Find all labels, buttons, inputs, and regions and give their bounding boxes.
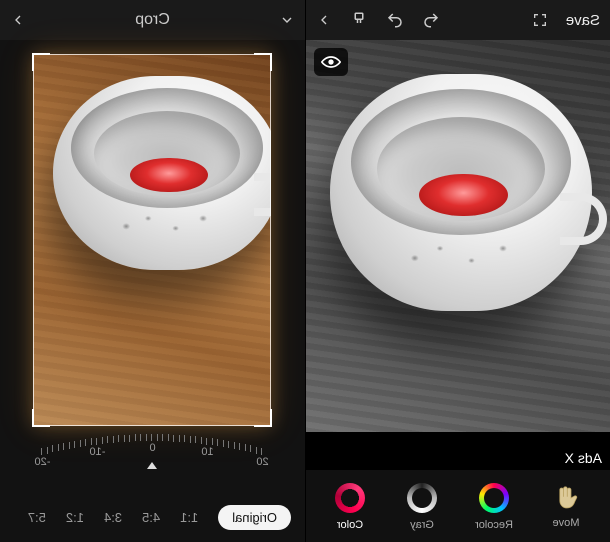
save-button[interactable]: Save xyxy=(566,12,600,29)
tool-recolor[interactable]: Recolor xyxy=(464,481,524,531)
ratio-4-5[interactable]: 4:5 xyxy=(142,510,160,525)
tool-row: Move Recolor Gray Color xyxy=(306,470,610,542)
editor-pane: Save xyxy=(305,0,610,542)
ratio-1-1[interactable]: 1:1 xyxy=(180,510,198,525)
brush-icon[interactable] xyxy=(350,11,368,29)
ratio-original[interactable]: Original xyxy=(218,505,291,530)
crop-frame[interactable] xyxy=(34,54,272,426)
confirm-chevron-icon[interactable] xyxy=(10,12,26,28)
hand-icon xyxy=(551,483,581,513)
tool-label: Recolor xyxy=(475,519,513,531)
tool-label: Move xyxy=(553,517,580,529)
ratio-5-7[interactable]: 5:7 xyxy=(28,510,46,525)
compare-toggle[interactable] xyxy=(314,48,348,76)
ratio-1-2[interactable]: 1:2 xyxy=(66,510,84,525)
tool-color[interactable]: Color xyxy=(320,481,380,531)
color-ring-icon xyxy=(335,483,365,513)
dial-tick-label: 20 xyxy=(256,456,268,468)
crop-topbar: Crop xyxy=(0,0,305,40)
edited-photo xyxy=(306,40,610,470)
dial-tick-label: -10 xyxy=(90,446,106,458)
aspect-ratio-row: Original 1:1 4:5 3:4 1:2 5:7 xyxy=(0,492,305,542)
rainbow-ring-icon xyxy=(479,483,509,513)
crop-photo xyxy=(34,54,272,426)
collapse-chevron-icon[interactable] xyxy=(279,12,295,28)
editor-topbar: Save xyxy=(306,0,610,40)
crop-canvas[interactable] xyxy=(0,40,305,432)
eye-icon xyxy=(321,55,341,69)
tool-gray[interactable]: Gray xyxy=(392,481,452,531)
redo-icon[interactable] xyxy=(386,11,404,29)
rotation-dial[interactable]: 20 10 0 -10 -20 xyxy=(0,432,305,492)
undo-icon[interactable] xyxy=(422,11,440,29)
dial-tick-label: 0 xyxy=(149,442,155,454)
ratio-3-4[interactable]: 3:4 xyxy=(104,510,122,525)
fullscreen-icon[interactable] xyxy=(532,12,548,28)
editor-canvas[interactable]: Ads X xyxy=(306,40,610,470)
dial-tick-label: -20 xyxy=(35,456,51,468)
ads-close[interactable]: Ads X xyxy=(557,446,610,470)
forward-chevron-icon[interactable] xyxy=(316,12,332,28)
dial-pointer-icon xyxy=(148,462,158,469)
crop-pane: Crop xyxy=(0,0,305,542)
dial-tick-label: 10 xyxy=(201,446,213,458)
crop-title: Crop xyxy=(0,11,305,29)
tool-move[interactable]: Move xyxy=(536,483,596,529)
tool-label: Gray xyxy=(410,519,434,531)
gray-ring-icon xyxy=(407,483,437,513)
tool-label: Color xyxy=(337,519,363,531)
